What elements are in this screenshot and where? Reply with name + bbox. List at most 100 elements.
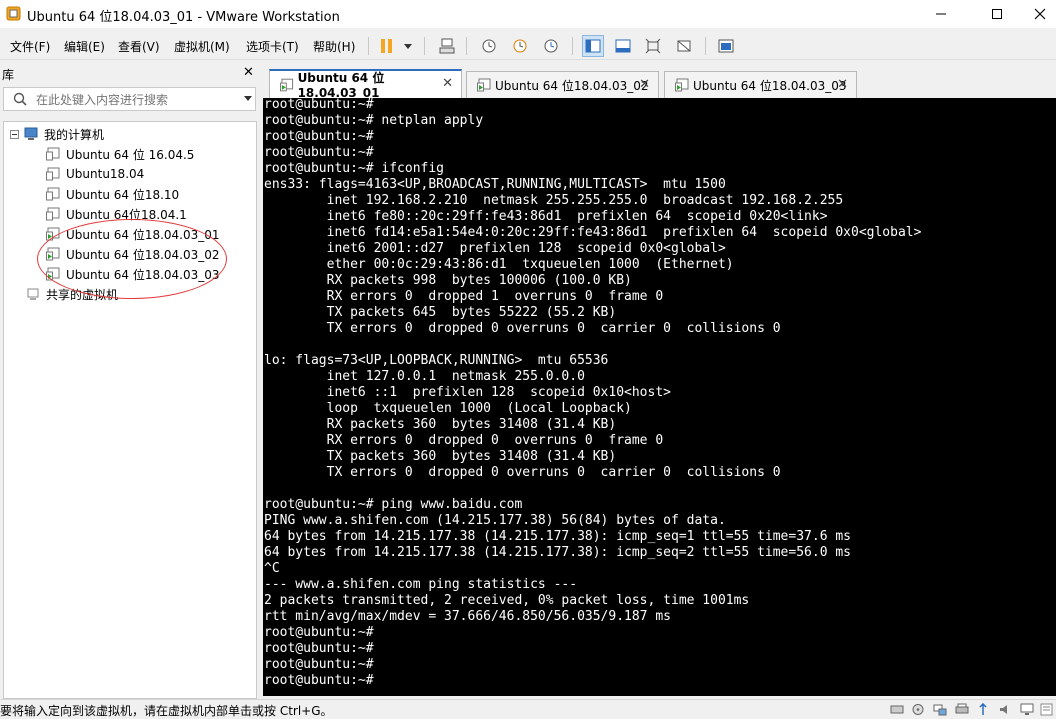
terminal-line: root@ubuntu:~# [264,673,374,688]
thumbnail-view-icon [615,39,631,53]
menu-vm[interactable]: 虚拟机(M) [174,38,230,55]
search-dropdown-icon[interactable] [244,96,252,102]
cd-drive-icon[interactable] [911,703,925,716]
library-view-icon [585,39,601,53]
tab-label: Ubuntu 64 位18.04.03_01 [297,71,385,100]
hard-disk-icon[interactable] [890,703,904,716]
pause-button[interactable] [376,35,416,57]
title-bar: Ubuntu 64 位18.04.03_01 - VMware Workstat… [0,0,1056,28]
terminal-line: 2 packets transmitted, 2 received, 0% pa… [264,593,750,608]
tree-item-label: Ubuntu 64 位18.04.03_01 [66,227,220,242]
send-ctrl-alt-del-button[interactable] [436,35,458,57]
terminal-line: ^C [264,561,280,576]
tree-item-label: Ubuntu 64 位18.04.03_02 [66,247,220,262]
vm-running-icon [46,247,60,261]
terminal-line: PING www.a.shifen.com (14.215.177.38) 56… [264,513,726,528]
terminal-line: 64 bytes from 14.215.177.38 (14.215.177.… [264,529,851,544]
tree-item-vm[interactable]: Ubuntu 64位18.04.1 [46,204,187,224]
show-thumbnail-button[interactable] [612,35,634,57]
terminal-line: root@ubuntu:~# ifconfig [264,161,445,176]
revert-snapshot-icon [513,39,527,53]
snapshot-icon [482,39,496,53]
terminal-line: TX packets 360 bytes 31408 (31.4 KB) [264,449,617,464]
display-icon[interactable] [1020,703,1034,716]
tab-vm-02[interactable]: Ubuntu 64 位18.04.03_02 ✕ [466,71,659,98]
unity-button[interactable] [673,35,695,57]
tree-item-label: Ubuntu18.04 [66,167,145,181]
terminal-line: RX packets 998 bytes 100006 (100.0 KB) [264,273,632,288]
collapse-icon[interactable] [10,129,19,139]
menu-view[interactable]: 查看(V) [118,38,160,55]
vm-running-icon [675,78,689,92]
tree-item-label: Ubuntu 64 位18.04.03_03 [66,267,220,282]
vm-running-icon [46,227,60,241]
terminal-line: root@ubuntu:~# netplan apply [264,113,484,128]
minimize-button[interactable] [918,0,964,28]
library-search [3,87,256,111]
tree-item-vm[interactable]: Ubuntu 64 位18.10 [46,184,179,204]
terminal-line: 64 bytes from 14.215.177.38 (14.215.177.… [264,545,851,560]
sound-icon[interactable] [998,703,1012,716]
vm-console[interactable]: root@ubuntu:~# root@ubuntu:~# netplan app… [263,98,1056,696]
toolbar-separator [466,37,467,55]
tab-vm-01[interactable]: Ubuntu 64 位18.04.03_01 ✕ [269,69,462,100]
menu-edit[interactable]: 编辑(E) [64,38,105,55]
message-log-icon[interactable] [1040,703,1054,716]
close-button[interactable] [1024,0,1056,28]
terminal-line: root@ubuntu:~# [264,657,374,672]
tree-item-label: Ubuntu 64 位18.10 [66,187,180,202]
terminal-line: --- www.a.shifen.com ping statistics --- [264,577,578,592]
pause-icon [381,39,412,53]
terminal-line: ens33: flags=4163<UP,BROADCAST,RUNNING,M… [264,177,726,192]
tree-item-vm-running[interactable]: Ubuntu 64 位18.04.03_03 [46,264,220,284]
menu-file[interactable]: 文件(F) [10,38,50,55]
status-message: 要将输入定向到该虚拟机，请在虚拟机内部单击或按 Ctrl+G。 [0,704,333,718]
tab-vm-03[interactable]: Ubuntu 64 位18.04.03_03 ✕ [664,71,857,98]
status-bar: 要将输入定向到该虚拟机，请在虚拟机内部单击或按 Ctrl+G。 [0,699,1056,719]
tree-item-vm-running[interactable]: Ubuntu 64 位18.04.03_01 [46,224,220,244]
toolbar-separator [424,37,425,55]
tab-close-icon[interactable]: ✕ [442,76,453,91]
console-view-button[interactable] [715,35,737,57]
vm-icon [46,207,60,221]
menu-help[interactable]: 帮助(H) [313,38,355,55]
menu-bar: 文件(F) 编辑(E) 查看(V) 虚拟机(M) 选项卡(T) 帮助(H) [0,33,1056,60]
vm-tab-strip: Ubuntu 64 位18.04.03_01 ✕ Ubuntu 64 位18.0… [262,66,1056,100]
tab-label: Ubuntu 64 位18.04.03_03 [693,78,847,93]
printer-icon[interactable] [955,703,969,716]
take-snapshot-button[interactable] [478,35,500,57]
revert-snapshot-button[interactable] [509,35,531,57]
terminal-line: TX errors 0 dropped 0 overruns 0 carrier… [264,465,781,480]
terminal-line: inet6 fd14:e5a1:54e4:0:20c:29ff:fe43:86d… [264,225,922,240]
tree-root-label: 我的计算机 [44,127,105,142]
terminal-line: rtt min/avg/max/mdev = 37.666/46.850/56.… [264,609,671,624]
network-adapter-icon[interactable] [933,703,947,716]
full-screen-button[interactable] [642,35,664,57]
terminal-line: inet6 2001::d27 prefixlen 128 scopeid 0x… [264,241,726,256]
tab-close-icon[interactable]: ✕ [639,77,650,92]
terminal-line: inet 127.0.0.1 netmask 255.0.0.0 [264,369,585,384]
toolbar-separator [368,37,369,55]
vm-icon [46,187,60,201]
show-library-button[interactable] [582,35,604,57]
computer-icon [24,127,38,140]
network-computer-icon [439,38,455,54]
search-input[interactable] [36,93,236,107]
terminal-line: TX packets 645 bytes 55222 (55.2 KB) [264,305,617,320]
unity-icon [677,40,691,52]
maximize-button[interactable] [974,0,1020,28]
tree-item-label: 共享的虚拟机 [46,287,119,302]
snapshot-manager-button[interactable] [540,35,562,57]
usb-icon[interactable] [976,703,990,716]
window-title: Ubuntu 64 位18.04.03_01 - VMware Workstat… [27,10,340,25]
tree-item-my-computer[interactable]: 我的计算机 [10,124,104,144]
tree-item-vm-running[interactable]: Ubuntu 64 位18.04.03_02 [46,244,220,264]
menu-tabs[interactable]: 选项卡(T) [246,38,299,55]
tab-close-icon[interactable]: ✕ [837,77,848,92]
tree-item-shared-vms[interactable]: 共享的虚拟机 [26,284,118,304]
vm-running-icon [477,78,491,92]
library-close-icon[interactable]: ✕ [243,65,254,80]
tree-item-vm[interactable]: Ubuntu18.04 [46,164,144,184]
terminal-line: RX packets 360 bytes 31408 (31.4 KB) [264,417,617,432]
tree-item-vm[interactable]: Ubuntu 64 位 16.04.5 [46,144,194,164]
